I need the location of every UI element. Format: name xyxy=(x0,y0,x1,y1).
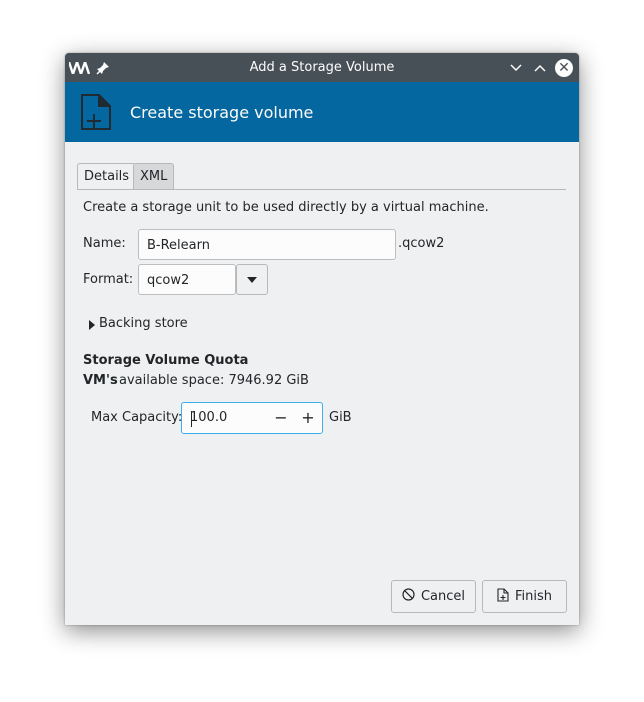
cancel-button-label: Cancel xyxy=(420,589,466,604)
titlebar[interactable]: Add a Storage Volume ✕ xyxy=(65,53,579,82)
name-suffix: .qcow2 xyxy=(398,236,445,251)
cancel-button[interactable]: Cancel xyxy=(391,580,476,613)
minimize-icon[interactable] xyxy=(507,59,525,77)
close-window-icon[interactable]: ✕ xyxy=(555,59,573,77)
space-owner: VM's xyxy=(83,373,118,388)
name-input[interactable]: B-Relearn xyxy=(138,229,396,260)
format-label: Format: xyxy=(83,272,134,287)
tab-details[interactable]: Details xyxy=(77,163,137,190)
decrement-icon[interactable]: − xyxy=(270,407,292,429)
finish-button-label: Finish xyxy=(514,589,552,604)
max-capacity-unit: GiB xyxy=(329,410,352,425)
banner-heading: Create storage volume xyxy=(130,103,314,122)
increment-icon[interactable]: + xyxy=(297,407,319,429)
new-file-icon xyxy=(497,587,509,606)
description-text: Create a storage unit to be used directl… xyxy=(83,200,489,215)
dropdown-arrow-icon xyxy=(247,272,257,287)
available-space-text: available space: 7946.92 GiB xyxy=(119,373,309,388)
window-title: Add a Storage Volume xyxy=(249,60,395,75)
quota-heading: Storage Volume Quota xyxy=(83,353,249,368)
expand-arrow-icon xyxy=(89,319,95,334)
dialog-window: Add a Storage Volume ✕ Create storage vo… xyxy=(65,53,579,625)
new-document-icon xyxy=(80,94,112,134)
backing-store-label: Backing store xyxy=(99,316,188,331)
header-banner: Create storage volume xyxy=(65,82,579,142)
format-input[interactable]: qcow2 xyxy=(138,264,236,295)
max-capacity-label: Max Capacity: xyxy=(91,410,183,425)
cancel-icon xyxy=(402,588,415,605)
maximize-icon[interactable] xyxy=(531,59,549,77)
max-capacity-value[interactable]: 100.0 xyxy=(190,410,227,425)
max-capacity-spinbox[interactable]: 100.0 − + xyxy=(181,402,323,434)
finish-button[interactable]: Finish xyxy=(482,580,567,613)
format-dropdown-button[interactable] xyxy=(236,264,268,295)
tab-divider xyxy=(77,189,566,190)
tab-xml[interactable]: XML xyxy=(133,163,175,190)
name-label: Name: xyxy=(83,236,126,251)
